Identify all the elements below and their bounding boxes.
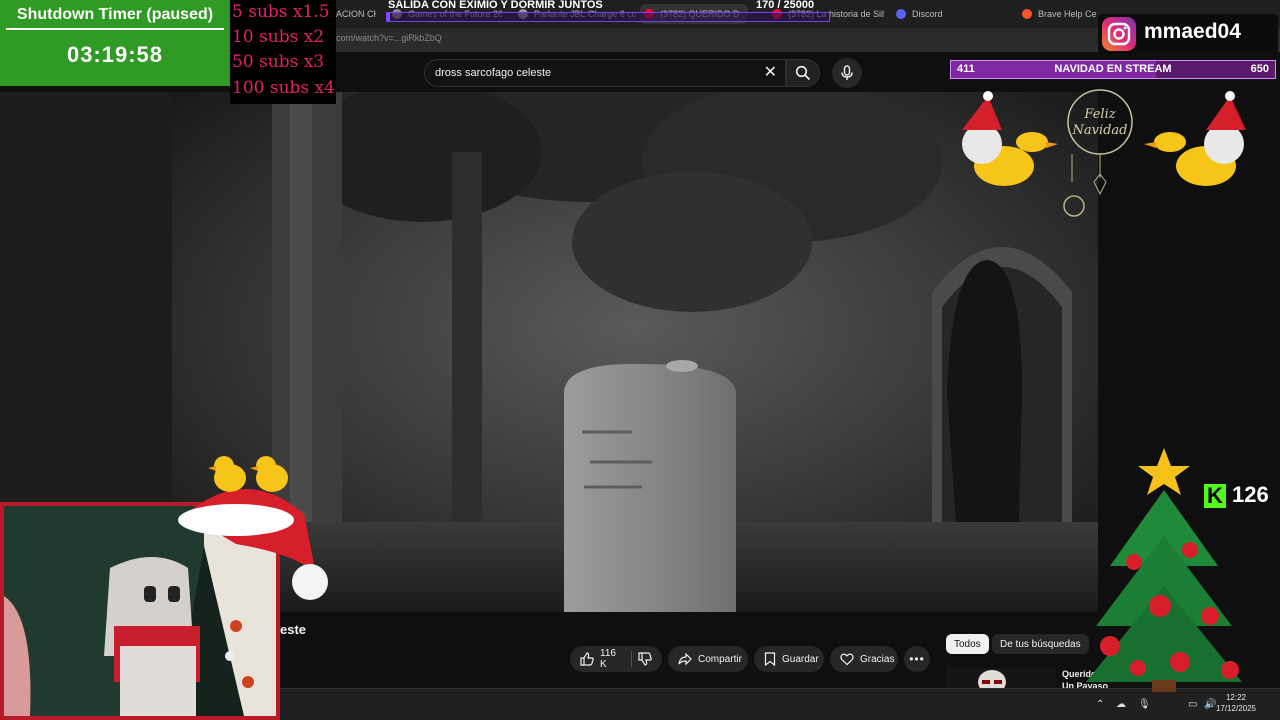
timer-value: 03:19:58	[66, 42, 164, 67]
timer-title: Shutdown Timer (paused)	[16, 6, 214, 23]
share-icon	[678, 652, 692, 666]
more-actions-button[interactable]: •••	[904, 646, 930, 672]
subs-tier: 50 subs x3	[232, 52, 325, 72]
browser-tab[interactable]: ACION CH	[336, 4, 376, 24]
santa-duck-right-icon	[1144, 91, 1246, 186]
onedrive-icon[interactable]: ☁	[1116, 699, 1126, 710]
left-panel	[0, 92, 172, 512]
feliz-navidad-ornament-icon: Feliz Navidad	[1063, 89, 1133, 217]
clock-time: 12:22	[1225, 693, 1246, 702]
subs-multiplier-panel: 5 subs x1.5 10 subs x2 50 subs x3 100 su…	[230, 0, 336, 104]
christmas-goal-bar: NAVIDAD EN STREAM 411 650	[950, 60, 1276, 79]
goal-progress-fill	[387, 13, 390, 21]
voice-search-button[interactable]	[832, 58, 862, 88]
tab-label: Discord	[912, 9, 943, 19]
christmas-goal-target: 650	[1250, 63, 1269, 75]
subs-tier: 5 subs x1.5	[232, 2, 330, 22]
instagram-badge: mmaed04	[1098, 14, 1278, 54]
santa-hat-ducks-icon	[178, 456, 328, 600]
search-input[interactable]: dross sarcofago celeste ✕	[424, 59, 786, 87]
goal-count: 170 / 25000	[756, 0, 815, 11]
goal-progress-bar	[386, 12, 830, 22]
thumbs-up-icon	[580, 652, 594, 666]
thumbs-down-icon[interactable]	[638, 652, 652, 666]
search-button[interactable]	[786, 59, 820, 87]
volume-icon[interactable]: 🔊	[1204, 699, 1216, 710]
search-icon	[795, 65, 811, 81]
video-title: este	[280, 622, 307, 637]
tab-label: ACION CH	[336, 9, 376, 19]
browser-tab[interactable]: Discord	[896, 4, 1006, 24]
like-count: 116 K	[600, 648, 616, 670]
brave-favicon-icon	[1022, 9, 1032, 19]
save-button[interactable]: Guardar	[754, 646, 824, 672]
discord-favicon-icon	[896, 9, 906, 19]
shutdown-timer-panel: Shutdown Timer (paused) 03:19:58	[0, 0, 230, 86]
save-label: Guardar	[782, 653, 819, 665]
search-value: dross sarcofago celeste	[435, 67, 552, 79]
share-button[interactable]: Compartir	[668, 646, 748, 672]
chip-all[interactable]: Todos	[946, 634, 989, 654]
clear-search-icon[interactable]: ✕	[764, 64, 777, 82]
bookmark-icon	[764, 652, 776, 666]
subs-tier: 100 subs x4	[232, 78, 335, 98]
clock-date: 17/12/2025	[1215, 704, 1256, 713]
url-text[interactable]: com/watch?v=...giRkbZbQ	[336, 33, 442, 43]
network-icon[interactable]: ▭	[1188, 699, 1197, 710]
tray-chevron-icon[interactable]: ⌃	[1096, 699, 1104, 710]
chip-from-searches[interactable]: De tus búsquedas	[992, 634, 1089, 654]
santa-duck-left-icon	[962, 91, 1058, 186]
microphone-icon	[841, 65, 853, 80]
system-clock[interactable]: 12:22 17/12/2025	[1216, 692, 1256, 714]
christmas-goal-current: 411	[957, 63, 975, 75]
super-thanks-icon	[840, 653, 854, 666]
christmas-tree-icon	[1086, 448, 1242, 692]
tab-label: Brave Help Cent	[1038, 9, 1096, 19]
christmas-goal-title: NAVIDAD EN STREAM	[1054, 63, 1172, 75]
svg-text:Navidad: Navidad	[1071, 123, 1127, 138]
microphone-tray-icon[interactable]: 🎙	[1138, 699, 1151, 710]
more-icon: •••	[909, 652, 925, 666]
like-button[interactable]: 116 K	[570, 646, 662, 672]
like-divider	[631, 651, 632, 667]
thanks-label: Gracias	[860, 653, 895, 665]
thanks-button[interactable]: Gracias	[830, 646, 898, 672]
timer-divider	[6, 28, 224, 30]
christmas-decoration: Feliz Navidad	[962, 89, 1246, 217]
svg-text:Feliz: Feliz	[1083, 107, 1115, 122]
instagram-icon	[1102, 17, 1136, 51]
subs-tier: 10 subs x2	[232, 27, 325, 47]
instagram-handle: mmaed04	[1144, 20, 1241, 43]
browser-tab[interactable]: Brave Help Cent	[1022, 4, 1096, 24]
share-label: Compartir	[698, 653, 742, 665]
goal-title: SALIDA CON EXIMIO Y DORMIR JUNTOS	[388, 0, 603, 11]
